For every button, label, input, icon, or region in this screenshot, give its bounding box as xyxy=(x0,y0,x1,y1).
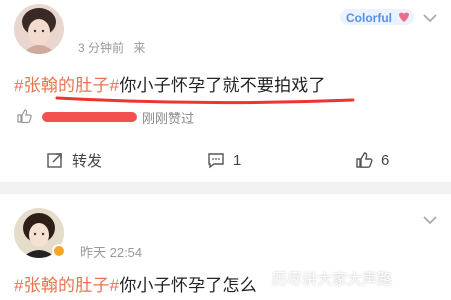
like-button[interactable]: 6 xyxy=(355,146,389,174)
colorful-text: Colorful xyxy=(346,11,392,25)
post-meta: 3 分钟前 来 xyxy=(78,39,145,56)
thumb-up-icon xyxy=(356,152,373,168)
liked-by-text: 刚刚赞过 xyxy=(142,111,195,126)
like-count: 6 xyxy=(381,151,390,169)
post-separator xyxy=(0,182,451,194)
forward-button[interactable]: 转发 xyxy=(46,146,102,174)
user-avatar[interactable] xyxy=(14,4,64,54)
post-time: 昨天 22:54 xyxy=(80,245,143,260)
verified-badge-icon xyxy=(52,244,66,258)
post-source: 来 xyxy=(133,41,146,55)
thumb-up-icon xyxy=(17,109,32,124)
post-content: 你小子怀孕了就不要拍戏了 xyxy=(119,76,326,95)
chevron-down-icon[interactable] xyxy=(422,12,438,24)
comment-count: 1 xyxy=(233,151,242,169)
topic-tag[interactable]: #张翰的肚子# xyxy=(14,276,119,295)
post-content: 你小子怀孕了怎么 xyxy=(119,276,257,295)
topic-tag[interactable]: #张翰的肚子# xyxy=(14,76,119,95)
weibo-post-1: 3 分钟前 来 Colorful #张翰的肚子#你小子怀孕了就不要拍戏了 刚刚赞… xyxy=(0,0,451,182)
comment-icon xyxy=(208,153,224,169)
post-text: #张翰的肚子#你小子怀孕了怎么 xyxy=(14,271,257,296)
chevron-down-icon[interactable] xyxy=(422,214,438,226)
post-action-bar: 转发 1 6 xyxy=(0,146,451,174)
redacted-username xyxy=(42,112,137,122)
post-text: #张翰的肚子#你小子怀孕了就不要拍戏了 xyxy=(14,71,326,96)
watermark: 历尽讲大家大声路 xyxy=(272,271,393,288)
comment-button[interactable]: 1 xyxy=(207,146,241,174)
forward-label: 转发 xyxy=(72,152,103,170)
forward-icon xyxy=(47,153,62,168)
post-time: 3 分钟前 xyxy=(78,41,125,55)
colorful-badge: Colorful xyxy=(340,9,414,25)
red-underline-mark xyxy=(55,96,355,105)
